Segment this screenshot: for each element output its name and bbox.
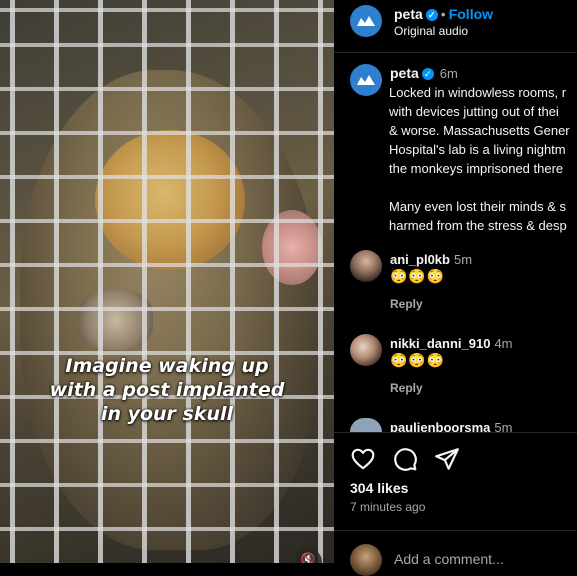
posted-time: 7 minutes ago xyxy=(350,500,426,514)
comment-text: 😳😳😳 xyxy=(390,352,446,368)
send-icon[interactable] xyxy=(434,446,460,472)
add-comment-input[interactable]: Add a comment... xyxy=(394,551,504,567)
caption-line: Many even lost their minds & s xyxy=(389,199,567,214)
overlay-line-3: in your skull xyxy=(100,403,234,425)
comment-time: 5m xyxy=(453,252,473,267)
post-header: peta ✓ • Follow xyxy=(394,6,493,22)
verified-badge-icon: ✓ xyxy=(425,9,438,21)
comment-username[interactable]: nikki_danni_910 xyxy=(390,336,490,351)
follow-button[interactable]: Follow xyxy=(449,6,493,22)
header-username[interactable]: peta xyxy=(394,6,423,22)
caption-line: harmed from the stress & desp xyxy=(389,218,567,233)
separator-dot: • xyxy=(440,6,446,22)
caption-line: Locked in windowless rooms, r xyxy=(389,85,567,100)
comment-time: 4m xyxy=(494,336,513,351)
comment-header: ani_pl0kb 5m xyxy=(390,252,472,267)
caption-line xyxy=(389,178,577,197)
comment-header: nikki_danni_910 4m xyxy=(390,336,513,351)
comment-username[interactable]: paulienboorsma xyxy=(390,420,490,432)
comment-icon[interactable] xyxy=(392,446,418,472)
commenter-avatar[interactable] xyxy=(350,334,382,366)
heart-icon[interactable] xyxy=(350,446,376,472)
peta-logo-icon xyxy=(357,16,375,26)
current-user-avatar xyxy=(350,544,382,576)
cage-bars xyxy=(0,0,334,563)
comment-time: 5m xyxy=(494,420,513,432)
caption-line: the monkeys imprisoned there xyxy=(389,161,564,176)
caption-header: peta ✓ 6m xyxy=(390,65,458,81)
original-audio-link[interactable]: Original audio xyxy=(394,24,468,38)
caption-line: Hospital's lab is a living nightm xyxy=(389,142,566,157)
footer-divider xyxy=(334,530,577,531)
post-media[interactable]: Imagine waking up with a post implanted … xyxy=(0,0,334,563)
comment-text: 😳😳😳 xyxy=(390,268,446,284)
reply-button[interactable]: Reply xyxy=(390,381,423,395)
header-divider xyxy=(334,52,577,53)
overlay-line-1: Imagine waking up xyxy=(65,355,269,377)
reply-button[interactable]: Reply xyxy=(390,297,423,311)
comment-username[interactable]: ani_pl0kb xyxy=(390,252,450,267)
caption-text: Locked in windowless rooms, r with devic… xyxy=(389,83,577,235)
speaker-muted-icon: 🔇 xyxy=(300,552,316,563)
peta-logo-icon xyxy=(357,75,375,85)
commenter-avatar[interactable] xyxy=(350,250,382,282)
verified-badge-icon: ✓ xyxy=(421,68,434,80)
comment-header: paulienboorsma 5m xyxy=(390,420,512,432)
caption-username[interactable]: peta xyxy=(390,65,419,81)
overlay-line-2: with a post implanted xyxy=(49,379,285,401)
comments-divider xyxy=(334,432,577,433)
media-overlay-text: Imagine waking up with a post implanted … xyxy=(0,354,334,426)
caption-line: with devices jutting out of thei xyxy=(389,104,559,119)
peta-avatar[interactable] xyxy=(350,5,382,37)
caption-avatar[interactable] xyxy=(350,64,382,96)
caption-time: 6m xyxy=(439,66,458,81)
action-bar xyxy=(350,446,460,472)
likes-count[interactable]: 304 likes xyxy=(350,480,408,496)
caption-line: & worse. Massachusetts Gener xyxy=(389,123,570,138)
